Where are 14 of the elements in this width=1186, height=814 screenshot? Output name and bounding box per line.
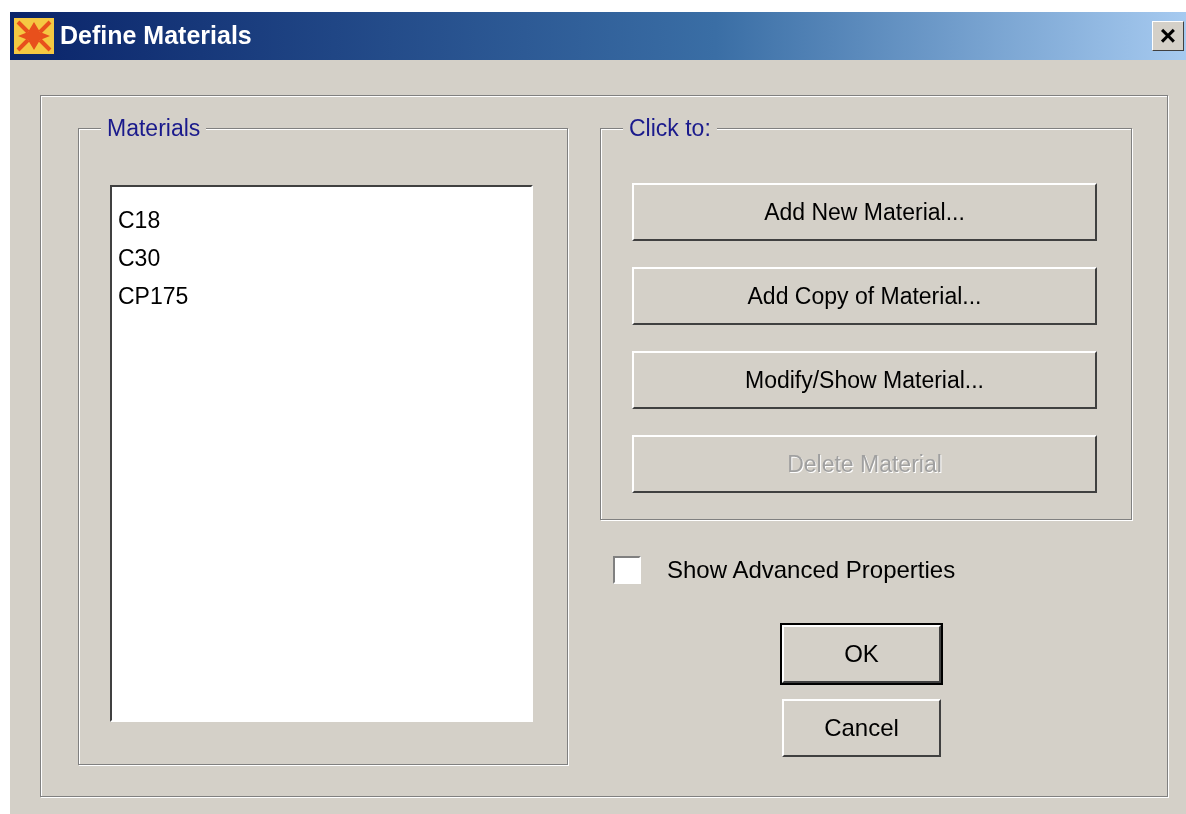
checkbox-label: Show Advanced Properties	[667, 555, 956, 585]
action-button[interactable]: Add New Material...	[632, 183, 1097, 241]
checkbox[interactable]	[613, 556, 641, 584]
close-button[interactable]: ×	[1152, 21, 1184, 51]
action-button[interactable]: Modify/Show Material...	[632, 351, 1097, 409]
cancel-button[interactable]: Cancel	[782, 699, 941, 757]
ok-button[interactable]: OK	[782, 625, 941, 683]
window-title: Define Materials	[60, 20, 252, 52]
materials-list[interactable]: C18 C30 CP175	[110, 185, 533, 722]
list-item[interactable]: CP175	[118, 277, 531, 315]
action-button[interactable]: Add Copy of Material...	[632, 267, 1097, 325]
list-item[interactable]: C18	[118, 201, 531, 239]
list-item[interactable]: C30	[118, 239, 531, 277]
app-logo-icon	[14, 18, 54, 54]
